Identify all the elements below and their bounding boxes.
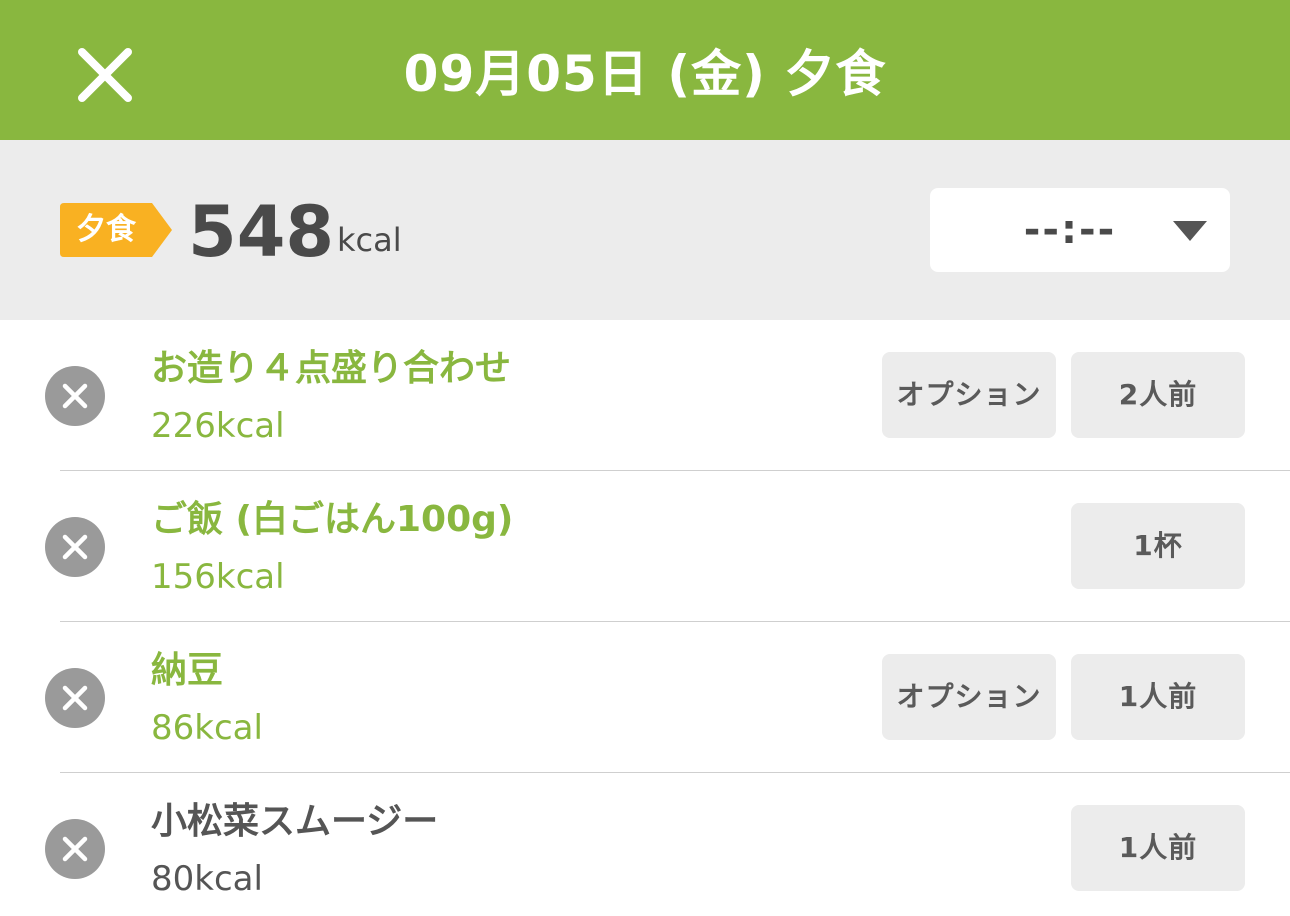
list-item: お造り４点盛り合わせ 226kcal オプション 2人前 (0, 320, 1290, 471)
meal-detail-screen: 09月05日 (金) 夕食 夕食 548 kcal --:-- お造り４点盛り合… (0, 0, 1290, 916)
close-button[interactable] (70, 40, 140, 110)
list-item: ご飯 (白ごはん100g) 156kcal 1杯 (0, 471, 1290, 622)
meal-time-value: --:-- (1023, 207, 1117, 253)
serving-button[interactable]: 1人前 (1071, 805, 1245, 891)
food-calories: 226kcal (151, 406, 285, 446)
caret-down-icon (1173, 221, 1207, 241)
list-item: 小松菜スムージー 80kcal 1人前 (0, 773, 1290, 916)
total-calories: 548 (188, 191, 335, 273)
remove-food-button[interactable] (45, 668, 105, 728)
food-calories: 80kcal (151, 859, 263, 899)
meal-type-label: 夕食 (76, 212, 136, 247)
meal-type-badge: 夕食 (60, 203, 172, 257)
option-button[interactable]: オプション (882, 654, 1056, 740)
food-calories: 156kcal (151, 557, 285, 597)
list-item: 納豆 86kcal オプション 1人前 (0, 622, 1290, 773)
serving-button[interactable]: 1杯 (1071, 503, 1245, 589)
food-name[interactable]: 小松菜スムージー (151, 799, 438, 845)
food-calories: 86kcal (151, 708, 263, 748)
remove-food-button[interactable] (45, 517, 105, 577)
meal-summary: 夕食 548 kcal --:-- (0, 140, 1290, 320)
food-name[interactable]: お造り４点盛り合わせ (151, 346, 511, 392)
food-name[interactable]: ご飯 (白ごはん100g) (151, 497, 513, 543)
close-icon (62, 836, 88, 862)
header-bar: 09月05日 (金) 夕食 (0, 0, 1290, 140)
food-list: お造り４点盛り合わせ 226kcal オプション 2人前 ご飯 (白ごはん100… (0, 320, 1290, 916)
close-icon (62, 685, 88, 711)
page-title: 09月05日 (金) 夕食 (403, 45, 887, 103)
food-name[interactable]: 納豆 (151, 648, 223, 694)
close-icon (62, 383, 88, 409)
remove-food-button[interactable] (45, 366, 105, 426)
serving-button[interactable]: 1人前 (1071, 654, 1245, 740)
serving-button[interactable]: 2人前 (1071, 352, 1245, 438)
close-icon (62, 534, 88, 560)
close-icon (78, 48, 132, 102)
total-calories-unit: kcal (337, 221, 402, 259)
meal-time-select[interactable]: --:-- (930, 188, 1230, 272)
option-button[interactable]: オプション (882, 352, 1056, 438)
remove-food-button[interactable] (45, 819, 105, 879)
